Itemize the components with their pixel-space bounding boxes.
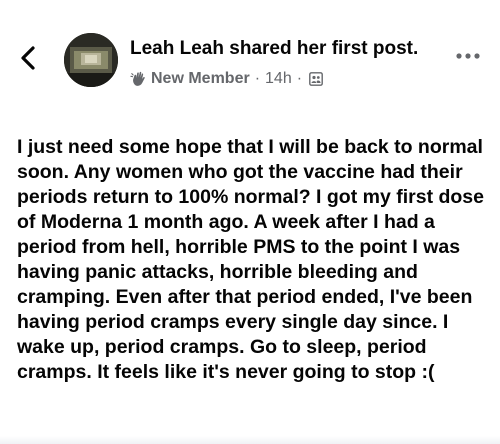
post-headline: Leah Leah shared her first post. [130, 37, 430, 61]
more-options-button[interactable] [452, 46, 484, 66]
chevron-left-icon [21, 46, 35, 70]
action-text: shared her first post. [229, 38, 419, 59]
waving-hand-icon [130, 71, 145, 86]
post-body-text: I just need some hope that I will be bac… [17, 136, 485, 383]
timestamp[interactable]: 14h [265, 69, 292, 89]
more-horizontal-icon [456, 53, 480, 59]
avatar[interactable] [64, 33, 118, 87]
separator: · [296, 70, 303, 87]
post-meta: New Member · 14h · [130, 69, 430, 89]
separator: · [254, 70, 261, 87]
author-name[interactable]: Leah Leah [130, 38, 224, 59]
back-button[interactable] [14, 42, 42, 74]
avatar-image [64, 33, 118, 87]
post-header: Leah Leah shared her first post. New Mem… [130, 37, 430, 89]
member-badge: New Member [151, 70, 250, 87]
divider [0, 436, 500, 444]
group-privacy-icon [309, 72, 323, 86]
